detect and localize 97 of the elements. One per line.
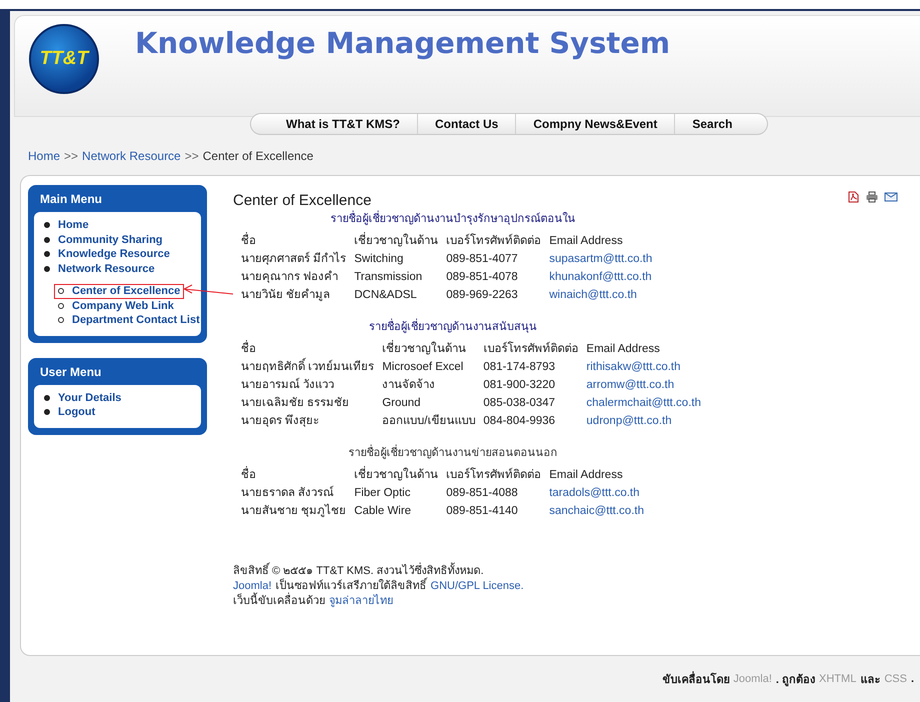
column-header: ชื่อ [237,232,350,250]
column-header: ชื่อ [237,340,378,358]
nav-link[interactable]: Contact Us [417,114,516,134]
table-cell-text: 089-851-4078 [445,270,519,285]
bullet-icon [44,236,50,243]
column-header: เบอร์โทรศัพท์ติดต่อ [445,466,542,483]
footer-text: . ถูกต้อง [776,672,816,688]
table-cell-text: 089-969-2263 [445,288,519,303]
table-cell-text: Transmission [353,270,424,285]
email-link[interactable]: arromw@ttt.co.th [582,376,705,394]
table-cell: นายฤทธิศักดิ์ เวทย์มนเทียร [237,358,378,376]
column-header: Email Address [548,234,624,249]
table-cell-text: นายวินัย ชัยคำมูล [240,288,332,303]
table-cell-text: Ground [381,396,422,411]
table-cell-text: นายธราดล สังวรณ์ [240,484,336,501]
table-cell-text: Microsoef Excel [381,360,464,375]
footer-text: ขับเคลื่อนโดย [662,670,730,688]
section-heading: รายชื่อผู้เชี่ยวชาญด้านงานสนับสนุน [233,320,673,335]
breadcrumb-link[interactable]: Home [28,149,60,169]
table-cell-text: Fiber Optic [353,486,412,501]
table-cell-text: นายคุณากร ฟองคำ [240,270,340,285]
table-cell-text: นายอารมณ์ วังแวว [240,376,336,393]
column-header: เบอร์โทรศัพท์ติดต่อ [445,232,542,249]
submenu-link[interactable]: Center of Excellence [54,284,184,298]
column-header: ชื่อ [237,466,350,484]
table-cell-text: นายสันชาย ชุมภูไชย [240,502,348,519]
footer-text: เป็นซอฟท์แวร์เสรีภายใต้ลิขสิทธิ์ [276,579,427,594]
table-cell-text: งานจัดจ้าง [381,378,436,393]
email-link[interactable]: supasartm@ttt.co.th [545,250,656,268]
footer-text: และ [860,673,880,688]
pdf-icon[interactable] [846,191,860,203]
column-header: Email Address [585,342,661,357]
table-cell-text: 081-900-3220 [482,378,556,393]
table-cell-text: Switching [353,252,404,267]
email-link[interactable]: taradols@ttt.co.th [545,484,648,502]
table-cell-text: 089-851-4140 [445,504,519,519]
column-header: เชี่ยวชาญในด้าน [378,340,480,358]
email-icon[interactable] [884,191,898,203]
table-cell-text: ออกแบบ/เขียนแบบ [381,413,476,429]
footer-link[interactable]: จูมล่าลายไทย [329,594,393,609]
print-icon[interactable] [865,191,879,203]
table-cell-text: นายศุภศาสตร์ มีกำไร [240,250,348,267]
footer-link[interactable]: GNU/GPL License. [430,579,524,594]
menu-title: User Menu [39,364,102,380]
email-link[interactable]: winaich@ttt.co.th [545,286,656,304]
logo: TT&T [29,24,99,94]
email-link[interactable]: rithisakw@ttt.co.th [582,358,705,376]
footer-text: เว็บนี้ขับเคลื่อนด้วย [233,594,325,609]
breadcrumb-current: Center of Excellence [202,149,314,165]
bullet-icon [58,288,64,294]
nav-link[interactable]: What is TT&T KMS? [269,114,417,134]
submenu-link[interactable]: Company Web Link [54,298,178,313]
site-title: Knowledge Management System [135,25,670,62]
bullet-icon [44,251,50,258]
bullet-icon [44,394,50,401]
column-header: เบอร์โทรศัพท์ติดต่อ [482,340,580,357]
menu-link[interactable]: Home [40,218,93,232]
annotation-arrow [183,284,233,296]
table-cell-text: DCN&ADSL [353,288,418,303]
menu-link[interactable]: Knowledge Resource [40,247,174,262]
section-heading: รายชื่อผู้เชี่ยวชาญด้านงานข่ายสอนตอนนอก [233,446,673,461]
column-header: เชี่ยวชาญในด้าน [350,232,442,250]
breadcrumb-separator: >> [184,149,199,165]
email-link[interactable]: sanchaic@ttt.co.th [545,502,648,520]
bullet-icon [44,266,50,272]
table-cell-text: นายอุดร พึงสุยะ [240,414,320,429]
column-header: Email Address [548,468,624,483]
section-heading: รายชื่อผู้เชี่ยวชาญด้านงานบำรุงรักษาอุปกรณ์ตอนใน [233,212,673,227]
column-header: เชี่ยวชาญในด้าน [350,466,442,484]
table-cell-text: Cable Wire [353,504,412,519]
bullet-icon [58,302,64,309]
bullet-icon [58,317,64,324]
nav-link[interactable]: Compny News&Event [515,114,674,134]
email-link[interactable]: udronp@ttt.co.th [582,412,705,430]
menu-link[interactable]: Logout [40,405,100,420]
table-cell-text: นายเฉลิมชัย ธรรมชัย [240,396,350,411]
breadcrumb-link[interactable]: Network Resource [82,149,181,169]
breadcrumb-separator: >> [64,149,78,165]
menu-link[interactable]: Community Sharing [40,232,167,247]
article-title: Center of Excellence [233,191,372,209]
table-cell-text: 089-851-4077 [445,252,519,267]
footer-text: . [910,673,914,685]
table-cell-text: 085-038-0347 [482,396,556,411]
email-link[interactable]: khunakonf@ttt.co.th [545,268,656,286]
table-cell-text: 089-851-4088 [445,486,519,501]
footer-text: ลิขสิทธิ์ © ๒๕๕๑ TT&T KMS. สงวนไว้ซึ่งสิทธิทั้งหมด. [233,564,484,579]
nav-link[interactable]: Search [674,114,750,134]
table-cell-text: 081-174-8793 [482,360,556,375]
menu-link[interactable]: Network Resource [40,262,159,276]
table-cell-text: 084-804-9936 [482,414,556,429]
submenu-link[interactable]: Department Contact List [54,313,204,328]
bullet-icon [44,409,50,416]
bullet-icon [44,222,50,228]
email-link[interactable]: chalermchait@ttt.co.th [582,394,705,412]
menu-title: Main Menu [39,191,103,208]
footer-link[interactable]: Joomla! [233,579,272,594]
menu-link[interactable]: Your Details [40,390,126,405]
